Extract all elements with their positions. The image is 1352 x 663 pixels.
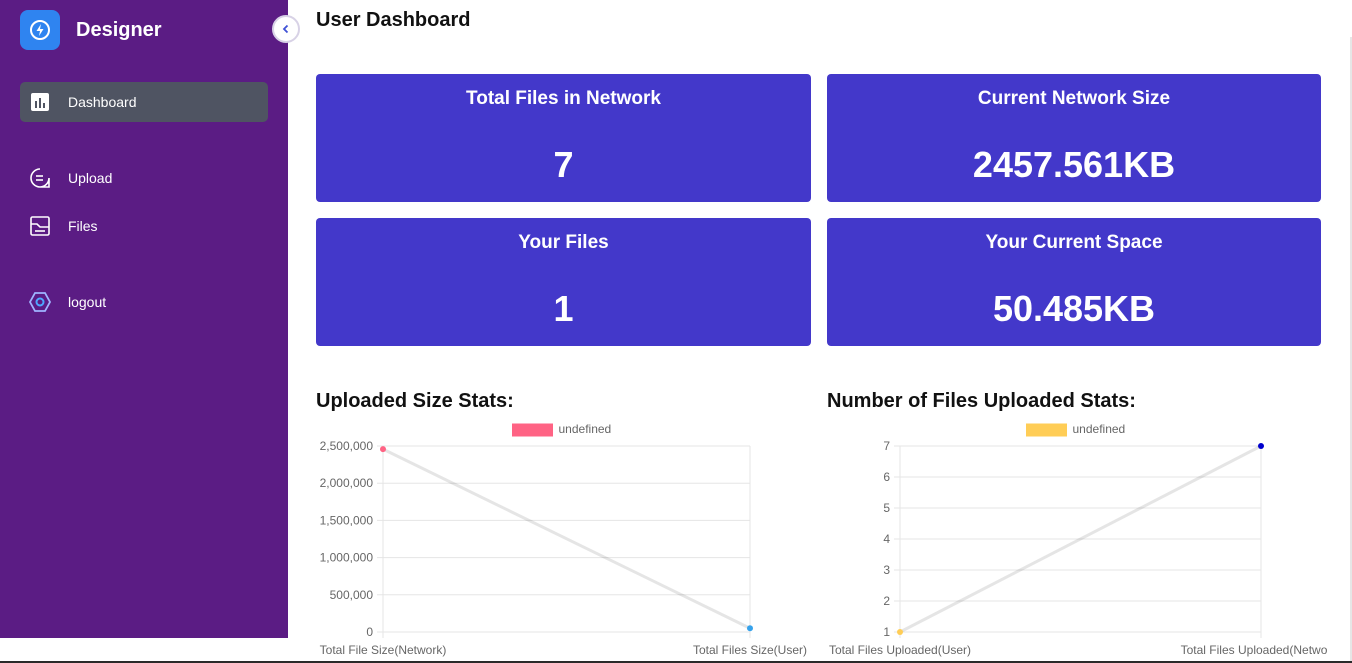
sidebar-item-label: logout [68,294,107,310]
y-tick-label: 6 [883,470,890,484]
legend-label: undefined [1073,422,1126,436]
data-point [747,625,753,632]
chevron-left-icon [282,24,289,34]
sidebar-item-upload[interactable]: Upload [20,158,268,198]
sidebar: Designer Dashboard Upload Files logout [0,0,288,638]
y-tick-label: 2 [883,594,890,608]
card-value: 2457.561KB [972,144,1176,185]
lightning-logo-icon [20,10,60,50]
sidebar-footer-gap [0,638,288,663]
card-value: 1 [553,288,574,329]
sidebar-item-logout[interactable]: logout [20,282,268,322]
sidebar-item-files[interactable]: Files [20,206,268,246]
stat-card-your-space: Your Current Space 50.485KB [827,218,1321,346]
x-tick-label: Total Files Uploaded(User) [829,643,971,657]
card-title: Your Files [518,232,609,253]
files-icon [28,214,52,238]
x-tick-label: Total Files Uploaded(Network) [1181,643,1327,657]
y-tick-label: 1,500,000 [320,513,374,527]
page-title: User Dashboard [316,9,471,31]
logout-icon [28,290,52,314]
data-point [380,446,386,453]
stat-card-network-size: Current Network Size 2457.561KB [827,74,1321,202]
card-value: 7 [553,144,574,185]
y-tick-label: 500,000 [330,588,374,602]
y-tick-label: 5 [883,501,890,515]
sidebar-item-dashboard[interactable]: Dashboard [20,82,268,122]
y-tick-label: 7 [883,439,890,453]
data-point [1258,443,1264,449]
card-title: Total Files in Network [466,88,661,109]
brand[interactable]: Designer [20,10,162,50]
y-tick-label: 1 [883,625,890,639]
app-name: Designer [76,18,162,41]
count-line-chart: undefined 1 2 3 4 5 6 7 Total Files Uploaded(Use… [829,422,1327,657]
stat-card-your-files: Your Files 1 [316,218,811,346]
chart-title-size: Uploaded Size Stats: [316,390,514,412]
y-tick-label: 0 [366,625,373,639]
y-tick-label: 3 [883,563,890,577]
data-point [897,629,903,635]
x-tick-label: Total Files Size(User) [693,643,807,657]
collapse-sidebar-button[interactable] [272,15,300,43]
card-title: Current Network Size [977,88,1171,109]
series-line [382,447,751,630]
upload-icon [28,166,52,190]
card-title: Your Current Space [985,232,1163,253]
chart-title-count: Number of Files Uploaded Stats: [827,390,1136,412]
legend-swatch [512,423,553,437]
main-content: User Dashboard Total Files in Network 7 … [288,0,1352,663]
size-line-chart: undefined 0 500,000 1,000,000 1,500,000 2,000… [320,422,807,657]
stat-card-total-files: Total Files in Network 7 [316,74,811,202]
x-tick-label: Total File Size(Network) [320,643,447,657]
y-tick-label: 4 [883,532,890,546]
y-tick-label: 2,500,000 [320,439,374,453]
card-value: 50.485KB [992,288,1156,329]
sidebar-item-label: Dashboard [68,94,137,110]
sidebar-item-label: Files [68,218,98,234]
bar-chart-icon [28,90,52,114]
legend-swatch [1026,423,1067,437]
sidebar-item-label: Upload [68,170,113,186]
y-tick-label: 2,000,000 [320,476,374,490]
legend-label: undefined [559,422,612,436]
y-tick-label: 1,000,000 [320,551,374,565]
